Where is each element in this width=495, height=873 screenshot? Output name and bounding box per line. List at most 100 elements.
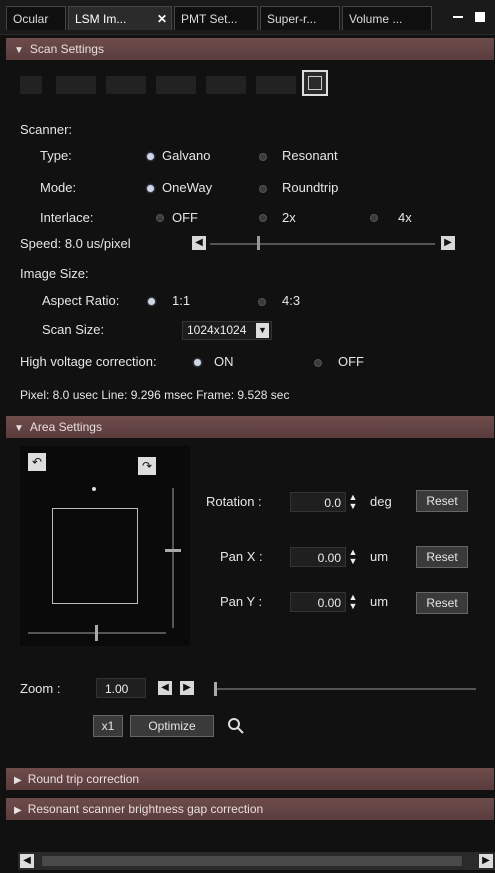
scan-settings-header[interactable]: ▼ Scan Settings <box>6 38 494 60</box>
section-title: Resonant scanner brightness gap correcti… <box>27 802 264 816</box>
scan-size-label: Scan Size: <box>42 322 105 337</box>
resonant-gap-correction-header[interactable]: ▶ Resonant scanner brightness gap correct… <box>6 798 494 820</box>
hv-off-label: OFF <box>338 354 364 369</box>
close-icon[interactable]: ✕ <box>157 7 167 30</box>
collapse-arrow-icon: ▼ <box>14 45 24 56</box>
tab-volume[interactable]: Volume ... <box>342 6 432 30</box>
tab-label: Super-r... <box>267 12 317 26</box>
tab-ocular[interactable]: Ocular <box>6 6 66 30</box>
zoom-label: Zoom : <box>20 681 61 696</box>
radio-interlace-2x[interactable] <box>259 214 267 222</box>
pan-y-input[interactable]: 0.00 <box>290 592 346 612</box>
zoom-decrease-button[interactable]: ◀ <box>158 681 172 695</box>
pan-y-slider-thumb[interactable] <box>165 549 181 552</box>
radio-galvano[interactable] <box>147 153 154 160</box>
rotation-unit: deg <box>370 494 392 509</box>
scanner-label: Scanner: <box>20 122 73 137</box>
preset-icon[interactable] <box>20 76 42 94</box>
horizontal-scrollbar[interactable]: ◀ ▶ <box>18 852 495 870</box>
aspect-4-3-label: 4:3 <box>282 293 301 308</box>
radio-resonant[interactable] <box>259 153 267 161</box>
round-trip-correction-header[interactable]: ▶ Round trip correction <box>6 768 494 790</box>
preset-icon[interactable] <box>56 76 96 94</box>
radio-hv-off[interactable] <box>314 359 322 367</box>
section-title: Area Settings <box>29 420 102 434</box>
rotation-input[interactable]: 0.0 <box>290 492 346 512</box>
scan-size-select[interactable]: 1024x1024 ▼ <box>182 321 272 340</box>
hv-on-label: ON <box>214 354 234 369</box>
zoom-search-icon[interactable] <box>226 716 246 736</box>
pan-x-label: Pan X : <box>220 549 263 564</box>
galvano-label: Galvano <box>162 148 211 163</box>
scroll-left-icon[interactable]: ◀ <box>20 854 34 868</box>
interlace-label: Interlace: <box>40 210 94 225</box>
radio-aspect-4-3[interactable] <box>258 298 266 306</box>
zoom-input[interactable]: 1.00 <box>96 678 146 698</box>
zoom-increase-button[interactable]: ▶ <box>180 681 194 695</box>
optimize-button[interactable]: Optimize <box>130 715 214 737</box>
zoom-slider-thumb[interactable] <box>214 682 217 696</box>
expand-arrow-icon: ▶ <box>14 805 22 816</box>
pan-y-slider[interactable] <box>172 488 174 628</box>
pan-x-reset-button[interactable]: Reset <box>416 546 468 568</box>
chevron-down-icon[interactable]: ▼ <box>256 323 269 338</box>
pan-y-reset-button[interactable]: Reset <box>416 592 468 614</box>
tab-label: PMT Set... <box>181 12 238 26</box>
pan-y-label: Pan Y : <box>220 594 263 609</box>
scrollbar-thumb[interactable] <box>42 856 462 866</box>
image-size-label: Image Size: <box>20 266 89 281</box>
aspect-1-1-label: 1:1 <box>172 293 191 308</box>
zoom-slider[interactable] <box>214 688 476 690</box>
orientation-marker-icon <box>92 487 96 491</box>
maximize-icon[interactable] <box>472 9 488 25</box>
scan-area-box[interactable] <box>52 508 138 604</box>
scan-size-value: 1024x1024 <box>187 323 247 337</box>
preset-icon[interactable] <box>156 76 196 94</box>
timing-readout: Pixel: 8.0 usec Line: 9.296 msec Frame: … <box>20 388 290 402</box>
hv-correction-label: High voltage correction: <box>20 354 157 369</box>
radio-interlace-4x[interactable] <box>370 214 378 222</box>
square-scan-icon[interactable] <box>302 70 328 96</box>
tab-lsm-imaging[interactable]: LSM Im... ✕ <box>68 6 172 30</box>
pan-x-slider-thumb[interactable] <box>95 625 98 641</box>
area-settings-header[interactable]: ▼ Area Settings <box>6 416 494 438</box>
rotation-reset-button[interactable]: Reset <box>416 490 468 512</box>
rotate-right-icon[interactable]: ↷ <box>138 457 156 475</box>
speed-decrease-button[interactable]: ◀ <box>192 236 206 250</box>
radio-hv-on[interactable] <box>194 359 201 366</box>
radio-roundtrip[interactable] <box>259 185 267 193</box>
tab-label: Volume ... <box>349 12 403 26</box>
rotation-label: Rotation : <box>206 494 262 509</box>
pan-y-unit: um <box>370 594 389 609</box>
speed-slider[interactable] <box>210 243 435 245</box>
collapse-arrow-icon: ▼ <box>14 423 24 434</box>
tab-pmt-settings[interactable]: PMT Set... <box>174 6 258 30</box>
interlace-4x-label: 4x <box>398 210 412 225</box>
preset-icon[interactable] <box>106 76 146 94</box>
resonant-label: Resonant <box>282 148 338 163</box>
speed-label: Speed: 8.0 us/pixel <box>20 236 131 251</box>
radio-aspect-1-1[interactable] <box>148 298 155 305</box>
rotate-left-icon[interactable]: ↶ <box>28 453 46 471</box>
zoom-x1-button[interactable]: x1 <box>93 715 123 737</box>
pan-x-stepper-icon[interactable]: ▲ ▼ <box>348 548 358 566</box>
rotation-stepper-icon[interactable]: ▲ ▼ <box>348 493 358 511</box>
pan-x-input[interactable]: 0.00 <box>290 547 346 567</box>
interlace-2x-label: 2x <box>282 210 296 225</box>
tab-super-resolution[interactable]: Super-r... <box>260 6 340 30</box>
aspect-ratio-label: Aspect Ratio: <box>42 293 120 308</box>
minimize-icon[interactable] <box>450 9 466 25</box>
radio-oneway[interactable] <box>147 185 154 192</box>
pan-x-unit: um <box>370 549 389 564</box>
scan-preset-toolbar <box>20 70 350 100</box>
tab-label: LSM Im... <box>75 12 127 26</box>
preset-icon[interactable] <box>256 76 296 94</box>
section-title: Scan Settings <box>29 42 104 56</box>
mode-label: Mode: <box>40 180 77 195</box>
radio-interlace-off[interactable] <box>156 214 164 222</box>
speed-slider-thumb[interactable] <box>257 236 260 250</box>
speed-increase-button[interactable]: ▶ <box>441 236 455 250</box>
scroll-right-icon[interactable]: ▶ <box>479 854 493 868</box>
pan-y-stepper-icon[interactable]: ▲ ▼ <box>348 593 358 611</box>
preset-icon[interactable] <box>206 76 246 94</box>
